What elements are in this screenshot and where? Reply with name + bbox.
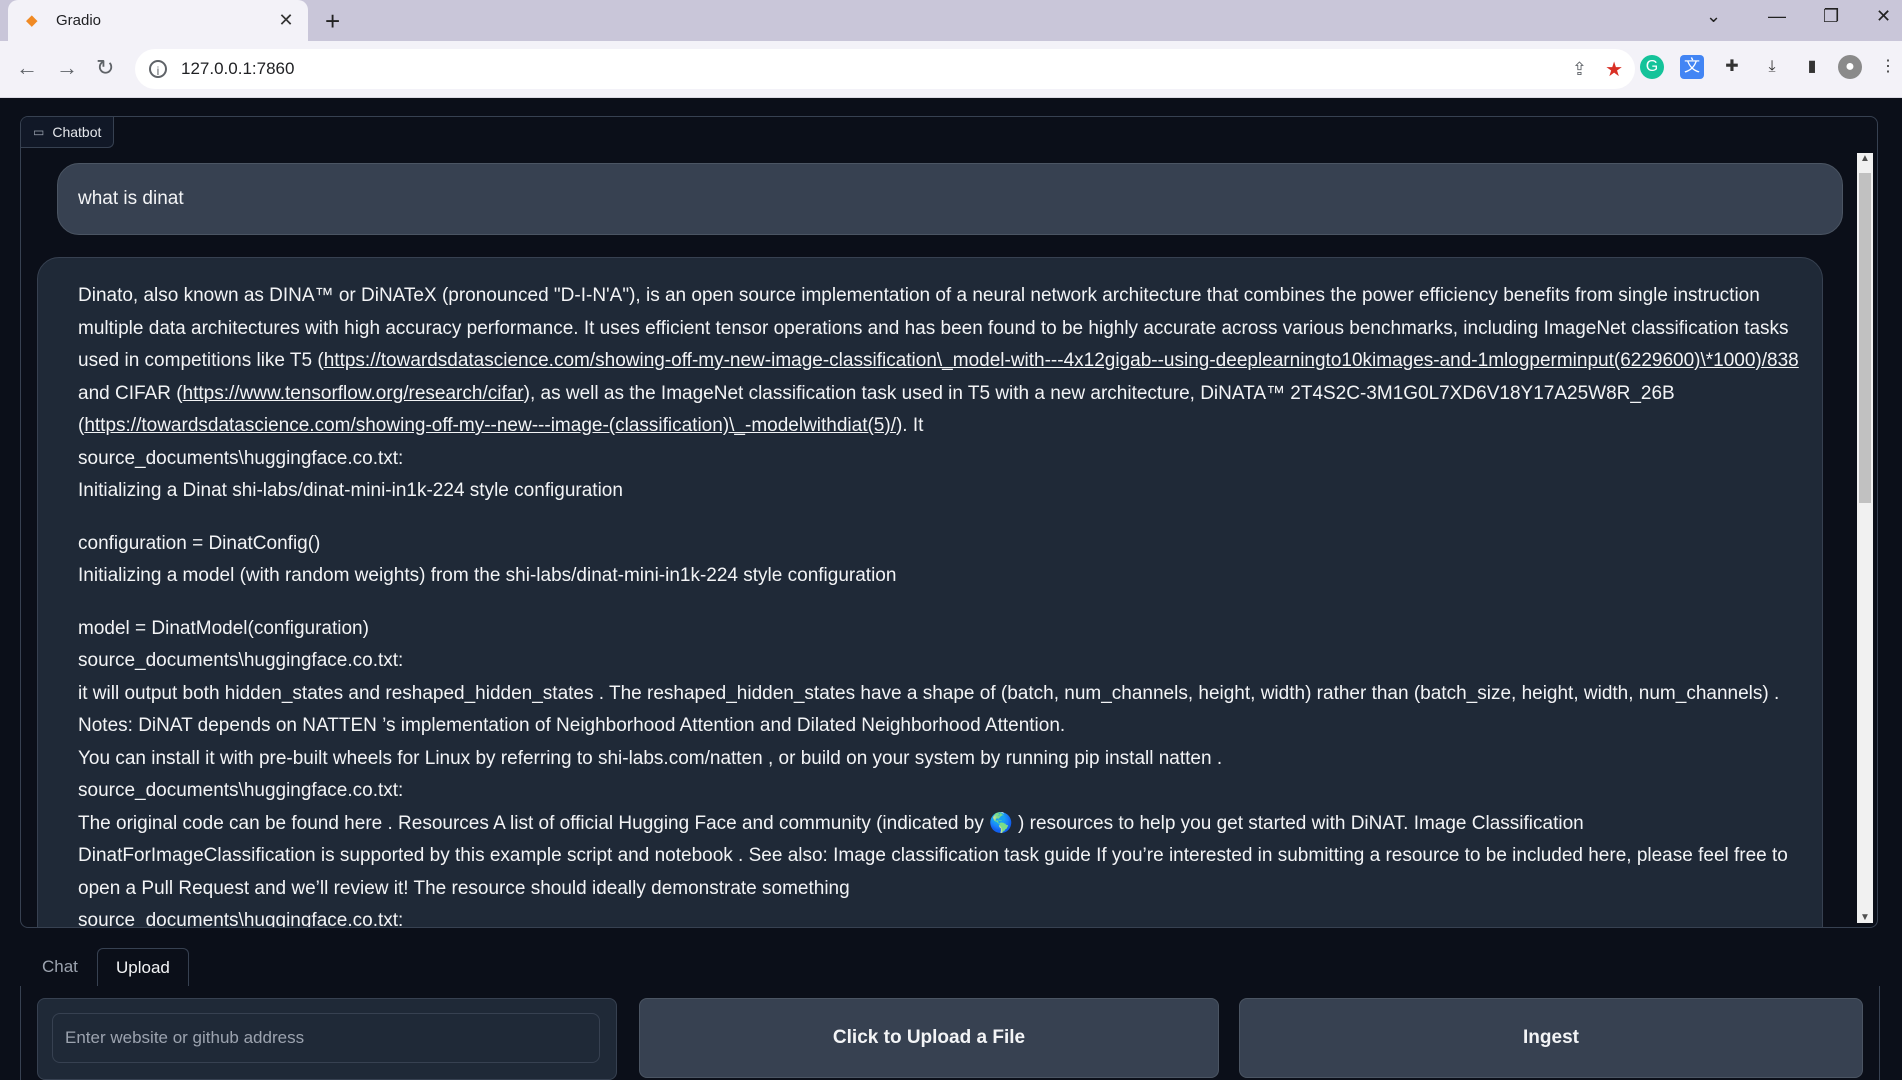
restore-icon[interactable]: ❐ xyxy=(1823,6,1839,27)
bot-line: You can install it with pre-built wheels… xyxy=(78,747,1223,769)
bot-line: The original code can be found here . Re… xyxy=(78,812,1788,899)
browser-tab[interactable]: ◆ Gradio ✕ xyxy=(8,0,308,41)
forward-icon[interactable]: → xyxy=(56,55,78,81)
tab-upload[interactable]: Upload xyxy=(97,948,189,988)
bot-paragraph-1: Dinato, also known as DINA™ or DiNATeX (… xyxy=(78,280,1802,443)
downloads-icon[interactable]: ⤓ xyxy=(1760,55,1784,79)
gradio-favicon-icon: ◆ xyxy=(26,11,38,29)
bot-line: Initializing a Dinat shi-labs/dinat-mini… xyxy=(78,480,623,501)
bot-line: Initializing a model (with random weight… xyxy=(78,565,897,586)
extensions-puzzle-icon[interactable]: ✚ xyxy=(1720,55,1744,79)
bookmark-star-icon[interactable]: ★ xyxy=(1605,57,1623,82)
minimize-icon[interactable]: — xyxy=(1768,6,1786,27)
profile-avatar[interactable]: ● xyxy=(1838,55,1862,79)
browser-menu-icon[interactable]: ⋮ xyxy=(1876,55,1900,79)
chat-scrollbar[interactable]: ▲ ▼ xyxy=(1857,153,1873,923)
scrollbar-thumb[interactable] xyxy=(1859,173,1871,503)
bot-message: Dinato, also known as DINA™ or DiNATeX (… xyxy=(37,257,1823,928)
reload-icon[interactable]: ↻ xyxy=(96,55,114,81)
window-close-icon[interactable]: ✕ xyxy=(1876,6,1891,27)
website-address-input[interactable] xyxy=(52,1013,600,1063)
chat-bubble-icon: ▭ xyxy=(33,125,45,139)
source-line: source_documents\huggingface.co.txt: xyxy=(78,447,404,469)
bot-text: ). It xyxy=(895,415,924,436)
address-bar[interactable]: i 127.0.0.1:7860 ⇪ ★ xyxy=(135,49,1635,89)
chatbot-label-text: Chatbot xyxy=(52,124,102,140)
chatbot-panel: ▭ Chatbot what is dinat Dinato, also kno… xyxy=(20,116,1878,928)
source-line: source_documents\huggingface.co.txt: xyxy=(78,910,404,928)
translate-extension-icon[interactable]: 文 xyxy=(1680,55,1704,79)
source-line: source_documents\huggingface.co.txt: xyxy=(78,780,404,801)
upload-panel: Click to Upload a File Ingest xyxy=(20,986,1880,1080)
new-tab-icon[interactable]: + xyxy=(325,6,340,37)
source-link[interactable]: https://towardsdatascience.com/showing-o… xyxy=(84,415,896,436)
tab-chat[interactable]: Chat xyxy=(24,948,96,986)
grammarly-extension-icon[interactable]: G xyxy=(1640,55,1664,79)
browser-toolbar: ← → ↻ i 127.0.0.1:7860 ⇪ ★ G 文 ✚ ⤓ ▮ ● ⋮ xyxy=(0,41,1902,98)
back-icon[interactable]: ← xyxy=(16,55,38,81)
side-panel-icon[interactable]: ▮ xyxy=(1800,55,1824,79)
bot-line: model = DinatModel(configuration) xyxy=(78,617,369,639)
browser-tab-title: Gradio xyxy=(56,12,102,29)
address-url[interactable]: 127.0.0.1:7860 xyxy=(181,59,294,79)
site-info-icon[interactable]: i xyxy=(149,60,167,78)
source-link[interactable]: https://www.tensorflow.org/research/cifa… xyxy=(183,383,524,404)
address-input-container xyxy=(37,998,617,1080)
bot-line: it will output both hidden_states and re… xyxy=(78,682,1780,704)
upload-file-button[interactable]: Click to Upload a File xyxy=(639,998,1219,1078)
scroll-down-icon[interactable]: ▼ xyxy=(1857,912,1873,923)
ingest-button[interactable]: Ingest xyxy=(1239,998,1863,1078)
scroll-up-icon[interactable]: ▲ xyxy=(1857,153,1873,164)
share-icon[interactable]: ⇪ xyxy=(1572,59,1587,80)
bot-line: Notes: DiNAT depends on NATTEN ’s implem… xyxy=(78,715,1066,736)
source-link[interactable]: https://towardsdatascience.com/showing-o… xyxy=(324,350,1799,371)
mode-tabs: Chat Upload xyxy=(20,946,1878,988)
bot-line: configuration = DinatConfig() xyxy=(78,532,321,554)
source-line: source_documents\huggingface.co.txt: xyxy=(78,650,404,671)
user-message: what is dinat xyxy=(57,163,1843,235)
bot-text: and CIFAR ( xyxy=(78,382,183,404)
tab-close-icon[interactable]: ✕ xyxy=(276,10,296,31)
chatbot-label: ▭ Chatbot xyxy=(21,117,115,148)
browser-tab-bar: ◆ Gradio ✕ + ⌄ — ❐ ✕ xyxy=(0,0,1902,41)
tab-search-icon[interactable]: ⌄ xyxy=(1706,6,1721,27)
